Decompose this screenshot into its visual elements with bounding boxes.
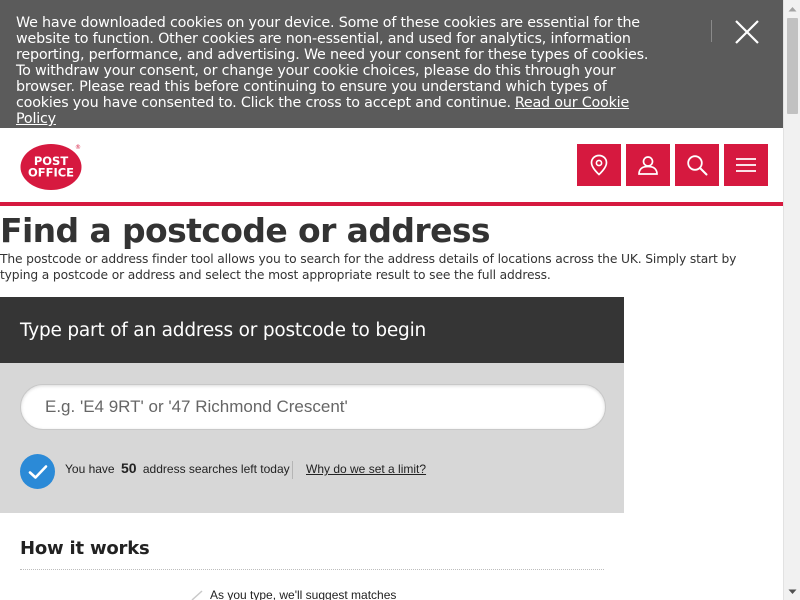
how-step-1: As you type, we'll suggest matches: [210, 588, 397, 600]
menu-icon: [736, 158, 756, 172]
intro-text: The postcode or address finder tool allo…: [0, 252, 737, 282]
cookie-message: We have downloaded cookies on your devic…: [16, 15, 656, 127]
address-finder: Type part of an address or postcode to b…: [0, 297, 624, 513]
how-it-works-divider: [20, 569, 604, 570]
how-it-works-heading: How it works: [20, 538, 150, 559]
menu-button[interactable]: [724, 144, 768, 186]
close-icon[interactable]: [733, 18, 761, 46]
scrollbar-thumb[interactable]: [787, 18, 798, 114]
address-search-input[interactable]: [20, 384, 606, 430]
page-title: Find a postcode or address: [0, 211, 491, 250]
scroll-up-icon[interactable]: [784, 0, 800, 17]
logo-line2: OFFICE: [28, 166, 74, 180]
page-scrollbar[interactable]: [783, 0, 800, 600]
check-icon: [20, 454, 55, 489]
site-header: POST OFFICE ®: [0, 128, 783, 206]
why-limit-link[interactable]: Why do we set a limit?: [306, 462, 426, 476]
finder-body: You have 50 address searches left today …: [0, 363, 624, 513]
finder-header: Type part of an address or postcode to b…: [0, 297, 624, 363]
location-pin-icon: [590, 154, 608, 176]
branch-finder-button[interactable]: [577, 144, 621, 186]
finder-heading: Type part of an address or postcode to b…: [20, 320, 427, 341]
scroll-down-icon[interactable]: [784, 583, 800, 600]
site-search-button[interactable]: [675, 144, 719, 186]
page: We have downloaded cookies on your devic…: [0, 0, 783, 600]
cookie-divider: [711, 20, 712, 42]
cookie-banner: We have downloaded cookies on your devic…: [0, 0, 783, 128]
account-button[interactable]: [626, 144, 670, 186]
limit-suffix: address searches left today: [142, 462, 290, 476]
user-icon: [638, 156, 658, 175]
logo-registered-mark: ®: [75, 144, 81, 151]
search-icon: [687, 155, 708, 176]
limit-divider: [292, 461, 293, 479]
pencil-icon: [191, 590, 203, 600]
search-limit-text: You have 50 address searches left today: [65, 460, 290, 476]
limit-prefix: You have: [65, 462, 115, 476]
post-office-logo[interactable]: POST OFFICE ®: [20, 143, 84, 191]
limit-count: 50: [120, 460, 137, 476]
